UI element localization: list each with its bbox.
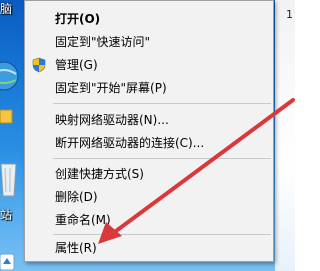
menu-item-map-network-drive[interactable]: 映射网络驱动器(N)... xyxy=(25,109,273,131)
menu-item-rename-label: 重命名(M) xyxy=(55,213,111,227)
menu-separator xyxy=(53,158,271,159)
shield-icon xyxy=(32,57,46,73)
background-window-edge: 1 xyxy=(275,0,295,271)
menu-item-create-shortcut[interactable]: 创建快捷方式(S) xyxy=(25,163,273,185)
network-icon[interactable] xyxy=(0,56,20,96)
menu-item-rename[interactable]: 重命名(M) xyxy=(25,209,273,231)
menu-item-open[interactable]: 打开(O) xyxy=(25,8,273,30)
menu-item-delete-label: 删除(D) xyxy=(55,190,98,204)
menu-item-pin-start-label: 固定到"开始"屏幕(P) xyxy=(55,81,167,95)
desktop-icon-label-this-pc[interactable]: 脑 xyxy=(0,0,12,17)
menu-item-manage[interactable]: 管理(G) xyxy=(25,54,273,76)
menu-item-properties[interactable]: 属性(R) xyxy=(25,237,273,259)
menu-item-pin-start[interactable]: 固定到"开始"屏幕(P) xyxy=(25,77,273,99)
menu-item-properties-label: 属性(R) xyxy=(55,241,97,255)
menu-item-map-network-drive-label: 映射网络驱动器(N)... xyxy=(55,113,169,127)
menu-item-disconnect-network-drive-label: 断开网络驱动器的连接(C)... xyxy=(55,136,205,150)
desktop: 脑 站 1 打开(O) 固定到"快速访问" 管理(G) 固定到"开始"屏幕(P)… xyxy=(0,0,295,271)
menu-item-manage-label: 管理(G) xyxy=(55,58,98,72)
menu-separator xyxy=(53,103,271,104)
menu-item-delete[interactable]: 删除(D) xyxy=(25,186,273,208)
desktop-icon-label-recycle-bin[interactable]: 站 xyxy=(0,206,12,223)
window-edge-text: 1 xyxy=(286,8,293,21)
app-shortcut-icon[interactable] xyxy=(0,252,16,270)
desktop-icon-column: 脑 站 xyxy=(0,0,24,271)
context-menu: 打开(O) 固定到"快速访问" 管理(G) 固定到"开始"屏幕(P) 映射网络驱… xyxy=(24,0,274,262)
menu-item-disconnect-network-drive[interactable]: 断开网络驱动器的连接(C)... xyxy=(25,132,273,154)
folder-icon[interactable] xyxy=(0,108,14,124)
menu-item-open-label: 打开(O) xyxy=(55,12,101,26)
menu-item-pin-quick-access-label: 固定到"快速访问" xyxy=(55,35,151,49)
menu-item-create-shortcut-label: 创建快捷方式(S) xyxy=(55,167,144,181)
menu-separator xyxy=(53,234,271,235)
menu-item-pin-quick-access[interactable]: 固定到"快速访问" xyxy=(25,31,273,53)
recycle-bin-icon[interactable] xyxy=(0,160,18,198)
